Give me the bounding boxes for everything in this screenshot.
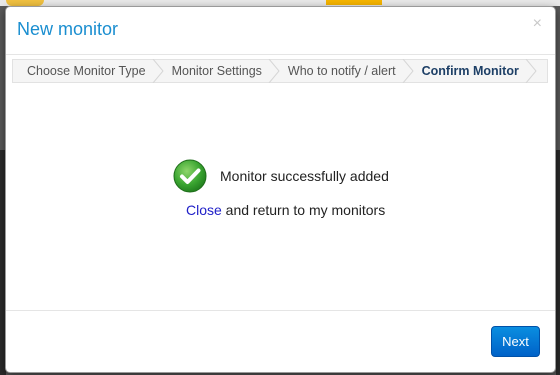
close-link[interactable]: Close: [186, 202, 222, 218]
dialog-title: New monitor: [17, 19, 119, 39]
new-monitor-dialog: New monitor × Choose Monitor Type Monito…: [5, 6, 556, 373]
success-text: Monitor successfully added: [220, 168, 389, 184]
return-line: Close and return to my monitors: [186, 202, 385, 218]
success-message-row: Monitor successfully added: [173, 159, 389, 193]
return-text: and return to my monitors: [221, 202, 386, 218]
dialog-footer: Next: [6, 310, 555, 372]
close-icon[interactable]: ×: [533, 16, 542, 32]
background-panel-right: [556, 150, 560, 375]
step-label: Monitor Settings: [171, 64, 262, 78]
dialog-header: New monitor ×: [6, 7, 555, 55]
step-separator-icon: [525, 59, 537, 83]
check-circle-icon: [173, 159, 207, 193]
wizard-steps: Choose Monitor Type Monitor Settings Who…: [12, 59, 548, 83]
step-choose-monitor-type[interactable]: Choose Monitor Type: [13, 59, 164, 83]
step-label: Who to notify / alert: [287, 64, 396, 78]
step-monitor-settings[interactable]: Monitor Settings: [158, 59, 280, 83]
step-who-to-notify[interactable]: Who to notify / alert: [274, 59, 414, 83]
step-confirm-monitor[interactable]: Confirm Monitor: [408, 59, 537, 83]
background-button: [326, 0, 382, 5]
step-label: Confirm Monitor: [421, 64, 519, 78]
next-button[interactable]: Next: [491, 326, 540, 357]
step-label: Choose Monitor Type: [27, 64, 146, 78]
